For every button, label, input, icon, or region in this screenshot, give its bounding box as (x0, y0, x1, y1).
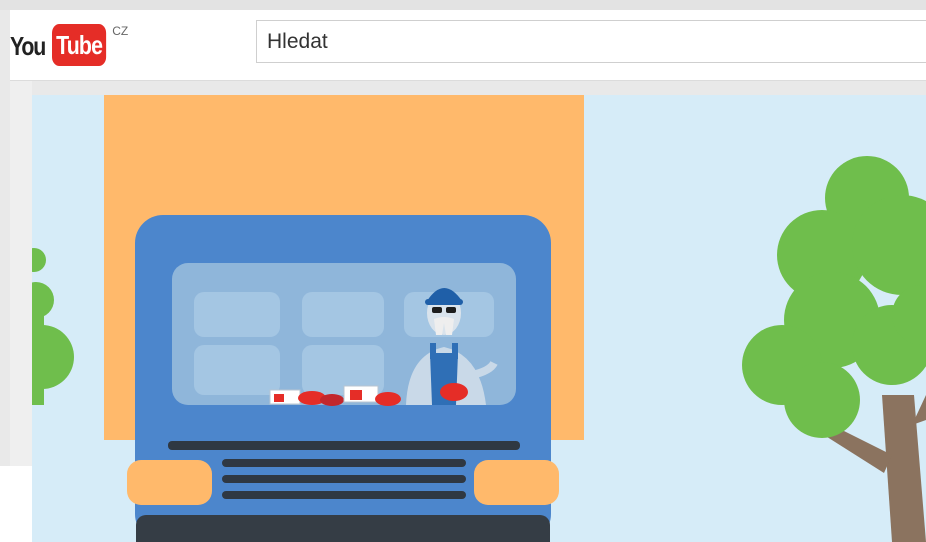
masthead: You Tube CZ (10, 10, 926, 81)
video-player[interactable] (32, 95, 926, 542)
truck-bumper (136, 515, 550, 542)
headlight-right (474, 460, 559, 505)
top-strip (0, 0, 926, 10)
headlight-left (127, 460, 212, 505)
logo-tube-text: Tube (52, 24, 107, 66)
search-input[interactable] (256, 20, 926, 63)
video-frame (32, 95, 926, 542)
logo-you-text: You (10, 31, 46, 61)
bottom-left-strip (0, 466, 34, 542)
youtube-logo[interactable]: You Tube CZ (10, 22, 128, 72)
logo-country-code: CZ (112, 24, 129, 38)
left-panel (10, 81, 32, 466)
